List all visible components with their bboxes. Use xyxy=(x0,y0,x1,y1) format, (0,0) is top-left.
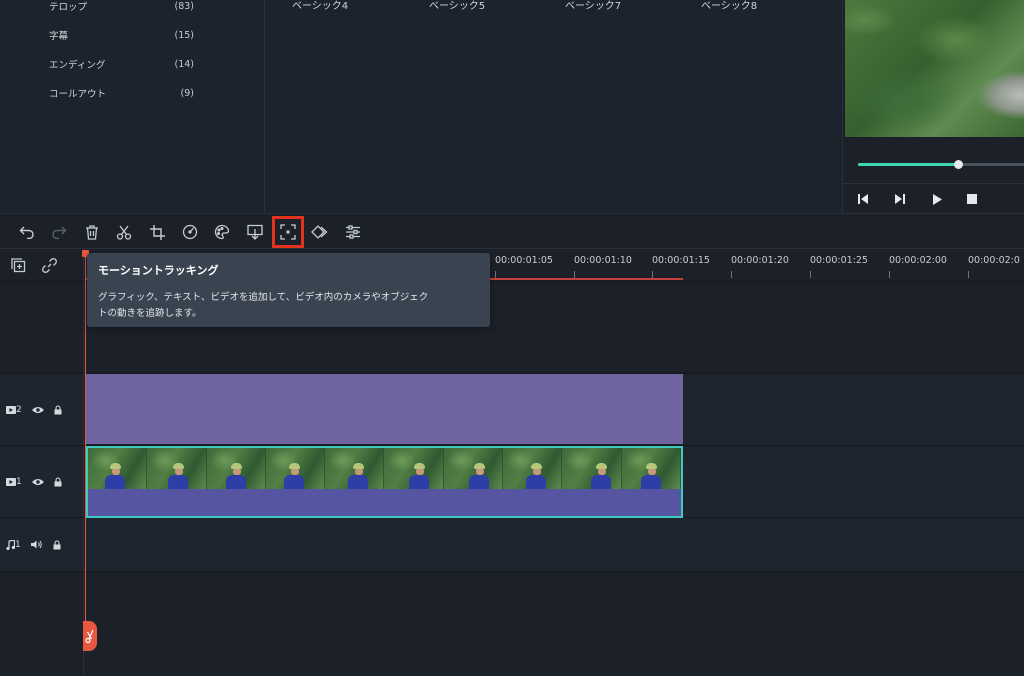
cut-icon[interactable] xyxy=(115,223,133,241)
video-thumbnail xyxy=(88,448,148,489)
category-count: (83) xyxy=(174,0,194,12)
category-label: エンディング xyxy=(49,60,106,71)
next-frame-icon[interactable] xyxy=(893,192,907,206)
track-number: 1 xyxy=(16,476,22,487)
track-number: 2 xyxy=(16,404,22,415)
eye-icon[interactable] xyxy=(31,478,44,486)
lock-icon[interactable] xyxy=(53,539,61,550)
track-area-audio-1 xyxy=(85,517,1024,571)
tooltip-line: グラフィック、テキスト、ビデオを追加して、ビデオ内のカメラやオブジェク xyxy=(98,292,429,303)
category-item-telop[interactable]: テロップ (83) xyxy=(49,0,194,14)
speed-icon[interactable] xyxy=(181,223,199,241)
ruler-tick xyxy=(731,271,732,278)
video-thumbnail xyxy=(621,448,681,489)
preview-video xyxy=(845,0,1024,137)
category-count: (9) xyxy=(180,87,194,99)
track-head-empty xyxy=(0,281,84,373)
link-icon[interactable] xyxy=(40,256,58,274)
speaker-icon[interactable] xyxy=(30,540,43,549)
playback-knob[interactable] xyxy=(954,160,964,169)
undo-icon[interactable] xyxy=(18,223,36,241)
track-head-audio-1: 1 xyxy=(0,517,84,571)
video-track-icon: 1 xyxy=(6,477,22,487)
video-track-icon: 2 xyxy=(6,405,22,415)
ruler-label: 00:00:01:05 xyxy=(495,255,553,266)
ruler-tick xyxy=(810,271,811,278)
video-thumbnail xyxy=(325,448,385,489)
stop-icon[interactable] xyxy=(965,192,979,206)
crop-icon[interactable] xyxy=(148,223,166,241)
category-item-ending[interactable]: エンディング (14) xyxy=(49,56,194,72)
playback-slider[interactable] xyxy=(858,160,1024,169)
preset-basic-8[interactable]: ベーシック8 xyxy=(701,0,757,12)
ruler-label: 00:00:01:15 xyxy=(652,255,710,266)
redo-icon[interactable] xyxy=(50,223,68,241)
ruler-label: 00:00:02:0 xyxy=(968,255,1020,266)
ruler-tick xyxy=(968,271,969,278)
category-count: (14) xyxy=(174,58,194,70)
edit-toolbar xyxy=(0,213,1024,249)
title-presets-panel: ベーシック4 ベーシック5 ベーシック7 ベーシック8 xyxy=(266,0,841,212)
motion-tracking-icon[interactable] xyxy=(272,216,304,248)
category-count: (15) xyxy=(174,29,194,41)
preset-basic-7[interactable]: ベーシック7 xyxy=(565,0,621,12)
video-thumbnail xyxy=(562,448,622,489)
track-head-empty-bottom xyxy=(0,571,84,676)
title-clip[interactable] xyxy=(86,374,683,444)
track-number: 1 xyxy=(15,539,21,550)
audio-track-icon: 1 xyxy=(6,539,21,550)
track-head-video-2: 2 xyxy=(0,373,84,445)
tooltip-title: モーショントラッキング xyxy=(98,264,219,277)
playhead-scissors-handle[interactable] xyxy=(83,621,97,651)
preset-basic-4[interactable]: ベーシック4 xyxy=(292,0,348,12)
color-icon[interactable] xyxy=(213,223,231,241)
ruler-tick xyxy=(889,271,890,278)
delete-icon[interactable] xyxy=(83,223,101,241)
ruler-tick xyxy=(495,271,496,278)
video-thumbnail xyxy=(206,448,266,489)
previous-frame-icon[interactable] xyxy=(856,192,870,206)
preview-panel xyxy=(842,0,1024,212)
tooltip-line: トの動きを追跡します。 xyxy=(98,308,202,319)
video-thumbnail xyxy=(147,448,207,489)
timeline-header-tools xyxy=(0,250,84,280)
motion-tracking-tooltip: モーショントラッキング グラフィック、テキスト、ビデオを追加して、ビデオ内のカメ… xyxy=(87,253,490,327)
playhead[interactable] xyxy=(85,250,86,650)
scissors-icon xyxy=(85,629,94,644)
category-item-callout[interactable]: コールアウト (9) xyxy=(49,85,194,101)
ruler-label: 00:00:01:10 xyxy=(574,255,632,266)
tooltip-description: グラフィック、テキスト、ビデオを追加して、ビデオ内のカメラやオブジェク トの動き… xyxy=(98,290,479,322)
keyframe-icon[interactable] xyxy=(311,223,329,241)
category-panel: テロップ (83) 字幕 (15) エンディング (14) コールアウト (9) xyxy=(0,0,265,212)
ruler-tick xyxy=(574,271,575,278)
ruler-label: 00:00:02:00 xyxy=(889,255,947,266)
settings-sliders-icon[interactable] xyxy=(344,223,362,241)
category-label: コールアウト xyxy=(49,89,107,100)
play-icon[interactable] xyxy=(930,192,944,206)
category-label: テロップ xyxy=(49,2,88,13)
video-clip-thumbnails xyxy=(88,448,681,489)
lock-icon[interactable] xyxy=(54,404,62,415)
category-label: 字幕 xyxy=(49,31,69,42)
export-frame-icon[interactable] xyxy=(246,223,264,241)
video-thumbnail xyxy=(265,448,326,489)
preview-controls xyxy=(843,183,1024,213)
category-item-subtitle[interactable]: 字幕 (15) xyxy=(49,27,194,43)
preset-basic-5[interactable]: ベーシック5 xyxy=(429,0,485,12)
track-head-video-1: 1 xyxy=(0,445,84,517)
ruler-tick xyxy=(652,271,653,278)
video-thumbnail xyxy=(384,448,444,489)
video-clip[interactable] xyxy=(86,446,683,518)
eye-icon[interactable] xyxy=(31,406,44,414)
playback-progress xyxy=(858,163,959,166)
track-area-empty-bottom xyxy=(85,571,1024,676)
add-track-icon[interactable] xyxy=(9,256,27,274)
ruler-label: 00:00:01:25 xyxy=(810,255,868,266)
ruler-label: 00:00:01:20 xyxy=(731,255,789,266)
lock-icon[interactable] xyxy=(54,476,62,487)
video-thumbnail xyxy=(503,448,563,489)
video-thumbnail xyxy=(443,448,504,489)
